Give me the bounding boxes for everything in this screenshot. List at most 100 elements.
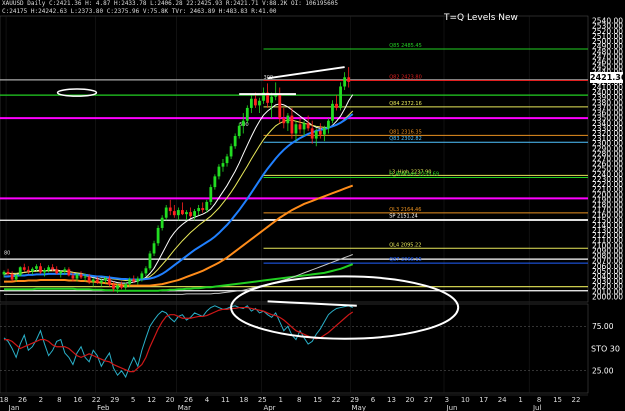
candle-body <box>71 275 75 279</box>
candle-body <box>181 210 184 215</box>
x-day-label: 8 <box>297 396 301 404</box>
candle-body <box>318 130 322 135</box>
candle-body <box>225 156 229 164</box>
level-label: Q85 2485.45 <box>389 43 422 49</box>
x-day-label: 5 <box>131 396 135 404</box>
candle-body <box>290 115 294 134</box>
candle-body <box>176 210 180 216</box>
x-day-label: 15 <box>553 396 562 404</box>
candle-body <box>245 107 249 121</box>
candle-body <box>108 278 111 285</box>
candle-body <box>18 267 22 276</box>
ohlc-header-line2: C:24175 H:24242.63 L:2373.80 C:2375.96 V… <box>2 8 277 15</box>
candle-body <box>306 123 310 129</box>
level-label: Q_RollOver 2233.69 <box>389 172 439 178</box>
x-day-label: 20 <box>405 396 414 404</box>
oscillator-annotation-ellipse <box>230 275 460 340</box>
x-day-label: 6 <box>371 396 376 404</box>
candle-body <box>282 118 286 124</box>
candle-body <box>6 271 10 274</box>
candle-body <box>189 212 192 217</box>
candle-body <box>254 98 257 106</box>
candle-body <box>75 274 79 279</box>
candle-body <box>241 120 245 126</box>
candle-body <box>79 274 83 278</box>
candle-body <box>327 120 330 129</box>
x-month-label: Jun <box>446 404 458 411</box>
x-day-label: 29 <box>350 396 359 404</box>
candle-body <box>144 268 148 274</box>
candle-body <box>185 212 188 215</box>
candle-body <box>298 124 302 130</box>
x-day-label: 29 <box>110 396 119 404</box>
candle-body <box>51 267 55 270</box>
candle-body <box>128 279 132 285</box>
candle-body <box>217 166 221 177</box>
level-label: QL3 2164.46 <box>389 207 421 213</box>
candle-body <box>302 123 306 130</box>
candle-body <box>343 77 347 87</box>
candle-body <box>201 208 205 211</box>
candle-body <box>47 267 51 271</box>
x-day-label: 25 <box>258 396 267 404</box>
candle-body <box>286 115 290 124</box>
candle-body <box>83 276 87 278</box>
x-day-label: 12 <box>147 396 156 404</box>
candle-body <box>314 130 318 139</box>
candle-body <box>347 77 351 82</box>
x-day-label: 4 <box>205 396 210 404</box>
level-label: Q84 2372.16 <box>389 101 422 107</box>
candle-body <box>30 268 34 272</box>
candle-body <box>278 94 282 119</box>
candle-body <box>95 279 99 283</box>
level-label: QL4 2095.22 <box>389 242 421 248</box>
moving-average-line <box>4 110 354 282</box>
x-day-label: 24 <box>498 396 507 404</box>
candle-body <box>310 128 314 139</box>
candle-body <box>249 98 253 108</box>
y-tick-label: 2000.00 <box>592 292 623 301</box>
x-day-label: 3 <box>445 396 449 404</box>
x-day-label: 10 <box>461 396 470 404</box>
oscillator-label: STO 30 <box>591 345 620 354</box>
candle-body <box>22 267 26 270</box>
candle-body <box>335 103 338 108</box>
candle-body <box>67 269 71 276</box>
level-label: SP 2151.24 <box>389 214 417 220</box>
price-chart: 2540.002530.002520.002510.002500.002490.… <box>0 15 623 411</box>
x-day-label: 15 <box>313 396 322 404</box>
candle-body <box>233 136 237 147</box>
x-day-label: 8 <box>537 396 541 404</box>
candle-body <box>221 163 225 167</box>
x-day-label: 20 <box>166 396 175 404</box>
moving-average-line <box>3 94 354 284</box>
level-label: Q82 2423.80 <box>389 74 422 80</box>
x-day-label: 16 <box>73 396 82 404</box>
candle-body <box>112 284 115 289</box>
candle-body <box>156 227 160 244</box>
candle-body <box>124 284 128 288</box>
x-day-label: 8 <box>57 396 61 404</box>
x-day-label: 27 <box>424 396 433 404</box>
x-day-label: 2 <box>39 396 43 404</box>
x-day-label: 22 <box>572 396 581 404</box>
ohlc-header-line1: XAUUSD Daily C:2421.36 H: 4.87 H:2433.78… <box>2 0 338 7</box>
candle-body <box>2 271 6 275</box>
level-label: Q87 2066.15 <box>389 257 422 263</box>
candle-body <box>91 279 95 282</box>
x-day-label: 18 <box>239 396 248 404</box>
x-day-label: 17 <box>479 396 488 404</box>
oscillator-tick-label: 25.00 <box>592 366 614 375</box>
x-day-label: 1 <box>518 396 522 404</box>
candle-body <box>43 270 46 273</box>
candle-body <box>35 266 38 269</box>
level-label: Q81 2316.35 <box>389 129 422 135</box>
candle-body <box>197 208 201 212</box>
candle-body <box>294 124 298 134</box>
candle-body <box>87 276 91 282</box>
x-month-label: Feb <box>97 404 110 411</box>
x-day-label: 11 <box>221 396 230 404</box>
x-month-label: Apr <box>263 404 275 411</box>
x-day-label: 1 <box>279 396 283 404</box>
candle-body <box>132 279 136 282</box>
